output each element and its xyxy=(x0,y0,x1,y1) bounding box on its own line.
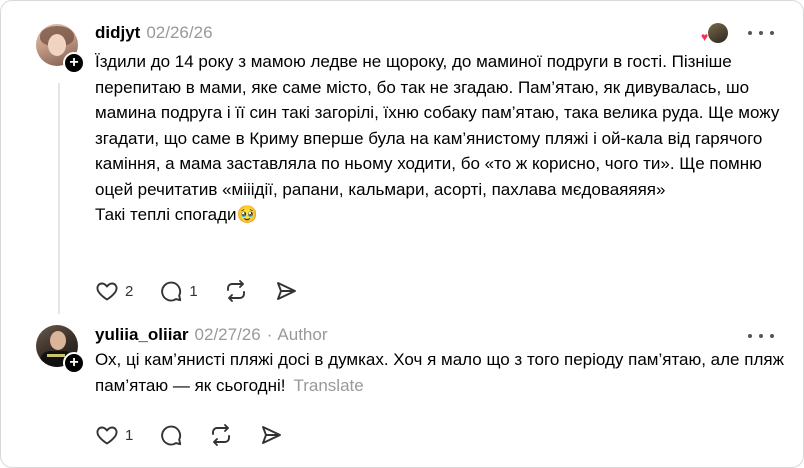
post-actions: 2 1 xyxy=(95,279,324,303)
repost-button[interactable] xyxy=(209,423,233,447)
reply-button[interactable]: 1 xyxy=(159,279,198,303)
post-text-paragraph: Ох, ці кам’янисті пляжі досі в думках. Х… xyxy=(95,350,784,395)
author-label: Author xyxy=(277,325,328,344)
share-button[interactable] xyxy=(259,423,283,447)
author-liked-avatar xyxy=(708,23,728,43)
separator-dot: · xyxy=(266,325,273,344)
reply-count: 1 xyxy=(189,282,198,300)
follow-plus-icon[interactable]: + xyxy=(63,352,85,374)
post-text: Ох, ці кам’янисті пляжі досі в думках. Х… xyxy=(95,347,795,398)
post-actions: 1 xyxy=(95,423,309,447)
more-icon[interactable] xyxy=(748,326,774,346)
repost-icon xyxy=(212,424,231,446)
post-text: Їздили до 14 року з мамою ледве не щорок… xyxy=(95,49,795,228)
repost-button[interactable] xyxy=(224,279,248,303)
heart-icon xyxy=(96,426,118,445)
post-date[interactable]: 02/27/26 xyxy=(195,325,261,344)
repost-icon xyxy=(226,280,245,302)
more-icon[interactable] xyxy=(748,23,774,43)
like-count: 1 xyxy=(125,426,134,444)
author-like-heart-icon: ♥ xyxy=(701,30,709,44)
follow-plus-icon[interactable]: + xyxy=(63,52,85,74)
heart-icon xyxy=(96,282,118,301)
post-header: yuliia_oliiar 02/27/26 · Author xyxy=(95,324,328,346)
thread-card: + didjyt 02/26/26 ♥ Їздили до 14 року з м… xyxy=(0,0,804,468)
share-button[interactable] xyxy=(274,279,298,303)
like-count: 2 xyxy=(125,282,134,300)
translate-link[interactable]: Translate xyxy=(293,376,363,395)
comment-icon xyxy=(161,425,182,446)
share-icon xyxy=(276,282,296,300)
post-date[interactable]: 02/26/26 xyxy=(146,23,212,42)
like-button[interactable]: 2 xyxy=(95,279,133,303)
username[interactable]: yuliia_oliiar xyxy=(95,325,189,344)
post-text-paragraph: Їздили до 14 року з мамою ледве не щорок… xyxy=(95,52,780,199)
username[interactable]: didjyt xyxy=(95,23,140,42)
like-button[interactable]: 1 xyxy=(95,423,133,447)
reply-button[interactable] xyxy=(159,423,183,447)
post-text-paragraph: Такі теплі спогади🥹 xyxy=(95,205,258,224)
comment-icon xyxy=(161,281,182,302)
thread-connector-line xyxy=(58,83,60,314)
post-header: didjyt 02/26/26 xyxy=(95,22,213,44)
share-icon xyxy=(262,426,282,444)
